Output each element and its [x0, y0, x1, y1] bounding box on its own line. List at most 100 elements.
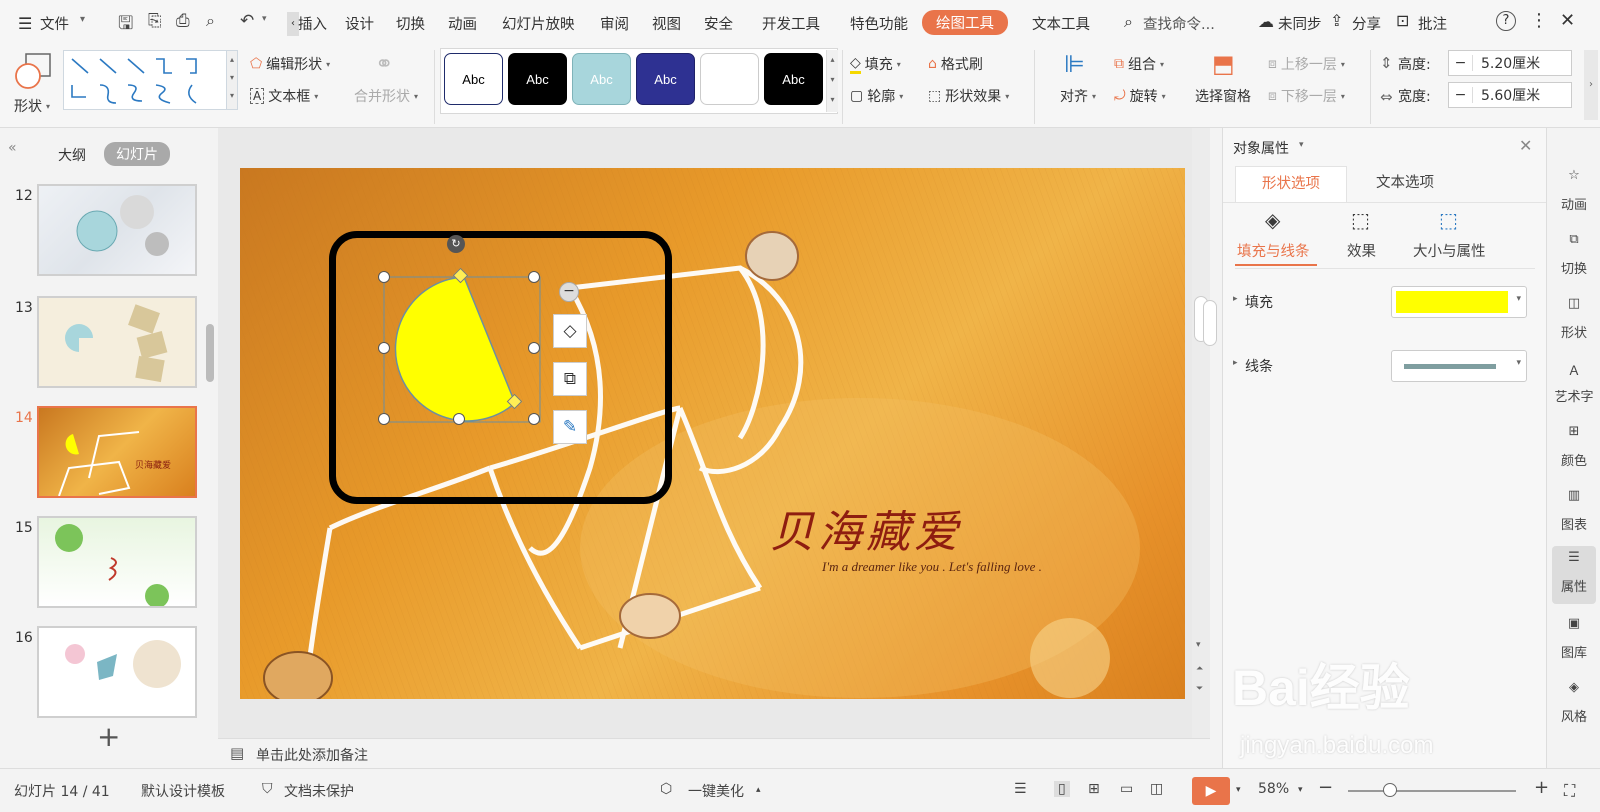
resize-handle[interactable]	[528, 413, 540, 425]
add-slide-button[interactable]: +	[97, 720, 120, 753]
merge-shape-button[interactable]: 合并形状 ▾	[354, 86, 418, 106]
shape-gallery[interactable]	[63, 50, 238, 110]
subtab-fill-line[interactable]: 填充与线条	[1237, 240, 1310, 261]
rotate-handle-icon[interactable]: ↻	[447, 235, 465, 253]
slide-sorter-icon[interactable]: ⊞	[1088, 781, 1100, 797]
width-decrement[interactable]: −	[1449, 87, 1473, 103]
resize-handle[interactable]	[378, 413, 390, 425]
notes-placeholder[interactable]: 单击此处添加备注	[256, 745, 368, 765]
chevron-down-icon[interactable]: ▾	[80, 14, 85, 25]
shape-button[interactable]: 形状 ▾	[14, 96, 50, 116]
menu-view[interactable]: 视图	[652, 13, 681, 34]
sidebar-item-wordart[interactable]: Ａ 艺术字	[1547, 360, 1600, 405]
scroll-down-icon[interactable]: ▾	[1196, 640, 1201, 650]
menu-slideshow[interactable]: 幻灯片放映	[502, 13, 575, 34]
ribbon-scroll-right[interactable]: ›	[1584, 50, 1598, 120]
sidebar-item-gallery[interactable]: ▣ 图库	[1547, 616, 1600, 661]
thumbnail-scrollbar[interactable]	[206, 324, 214, 382]
sidebar-item-transition[interactable]: ⧉ 切换	[1547, 232, 1600, 277]
slide-thumbnail-13[interactable]	[37, 296, 197, 388]
search-icon[interactable]: ⌕	[1124, 12, 1133, 32]
sync-status[interactable]: 未同步	[1278, 13, 1322, 34]
reading-view-icon[interactable]: ▭	[1120, 781, 1133, 797]
resize-handle[interactable]	[453, 413, 465, 425]
slide-thumbnail-16[interactable]	[37, 626, 197, 718]
close-icon[interactable]: ✕	[1560, 10, 1575, 31]
subtab-size-properties[interactable]: 大小与属性	[1413, 240, 1486, 261]
save-icon[interactable]: 🖫	[118, 11, 133, 41]
collapse-toolbar-icon[interactable]: −	[559, 282, 579, 302]
share-icon[interactable]: ⇪	[1330, 11, 1343, 30]
sidebar-item-shape[interactable]: ◫ 形状	[1547, 296, 1600, 341]
menu-drawing-tools[interactable]: 绘图工具	[922, 10, 1008, 35]
design-template[interactable]: 默认设计模板	[141, 781, 225, 801]
style-gallery-scroll[interactable]: ▴ ▾ ▾	[826, 50, 838, 112]
align-button[interactable]: 对齐 ▾	[1060, 86, 1096, 106]
zoom-level[interactable]: 58%	[1258, 781, 1289, 797]
print-icon[interactable]: ⎙	[176, 11, 190, 31]
presenter-view-icon[interactable]: ◫	[1150, 781, 1163, 797]
comment-button[interactable]: 批注	[1418, 13, 1447, 34]
menu-file[interactable]: 文件	[40, 13, 69, 34]
group-button[interactable]: ⧉ 组合 ▾	[1114, 54, 1164, 74]
menu-security[interactable]: 安全	[704, 13, 733, 34]
zoom-slider-track[interactable]	[1348, 790, 1516, 792]
fill-color-picker[interactable]: ▾	[1391, 286, 1527, 318]
line-color-picker[interactable]: ▾	[1391, 350, 1527, 382]
menu-review[interactable]: 审阅	[600, 13, 629, 34]
zoom-in-icon[interactable]: +	[1534, 777, 1549, 798]
quick-pen-icon[interactable]: ✎	[553, 410, 587, 444]
chevron-down-icon[interactable]: ▾	[1299, 140, 1304, 150]
subtab-effect[interactable]: 效果	[1347, 240, 1376, 261]
resize-handle[interactable]	[528, 271, 540, 283]
textbox-button[interactable]: A 文本框 ▾	[250, 86, 318, 106]
chevron-down-icon[interactable]: ▾	[1298, 785, 1303, 795]
width-field[interactable]: − 5.60厘米	[1448, 82, 1572, 108]
rotate-button[interactable]: ⤾ 旋转 ▾	[1114, 86, 1166, 106]
chevron-up-icon[interactable]: ▴	[756, 785, 761, 795]
normal-view-icon[interactable]: ▯	[1054, 781, 1070, 797]
tab-outline[interactable]: 大纲	[58, 145, 86, 165]
menu-special[interactable]: 特色功能	[850, 13, 908, 34]
quick-outline-icon[interactable]: ⧉	[553, 362, 587, 396]
menu-design[interactable]: 设计	[345, 13, 374, 34]
menu-icon[interactable]: ☰	[18, 14, 32, 33]
format-painter-button[interactable]: ⌂ 格式刷	[928, 54, 983, 74]
width-value[interactable]: 5.60厘米	[1473, 85, 1540, 105]
slide-thumbnail-12[interactable]	[37, 184, 197, 276]
slide-title[interactable]: 贝海藏爱	[770, 496, 962, 560]
send-backward-button[interactable]: ⧈ 下移一层 ▾	[1268, 86, 1345, 106]
sidebar-item-properties[interactable]: ☰ 属性	[1552, 546, 1596, 604]
line-section-label[interactable]: 线条	[1245, 356, 1273, 376]
resize-handle[interactable]	[528, 342, 540, 354]
tab-text-options[interactable]: 文本选项	[1349, 166, 1461, 202]
style-preset-5[interactable]	[700, 53, 759, 105]
menu-insert[interactable]: 插入	[298, 13, 327, 34]
height-field[interactable]: − 5.20厘米	[1448, 50, 1572, 76]
play-icon[interactable]: ▶	[1192, 777, 1230, 805]
expand-line-icon[interactable]: ▸	[1233, 358, 1238, 368]
selected-shape[interactable]	[378, 239, 578, 429]
slide-subtitle[interactable]: I'm a dreamer like you . Let's falling l…	[822, 559, 1042, 575]
beautify-button[interactable]: 一键美化	[688, 781, 744, 801]
style-preset-4[interactable]: Abc	[636, 53, 695, 105]
share-button[interactable]: 分享	[1352, 13, 1381, 34]
tab-slides[interactable]: 幻灯片	[104, 142, 170, 166]
close-panel-icon[interactable]: ✕	[1519, 136, 1532, 155]
sidebar-item-color[interactable]: ⊞ 颜色	[1547, 424, 1600, 469]
menu-transition[interactable]: 切换	[396, 13, 425, 34]
height-value[interactable]: 5.20厘米	[1473, 53, 1540, 73]
selection-pane-button[interactable]: 选择窗格	[1195, 86, 1251, 106]
zoom-slider-thumb[interactable]	[1383, 783, 1397, 797]
panel-scroll-thumb[interactable]	[1203, 300, 1217, 346]
fill-button[interactable]: ◇ 填充 ▾	[850, 54, 901, 74]
resize-handle[interactable]	[378, 271, 390, 283]
notes-bar[interactable]: ▤ 单击此处添加备注	[218, 738, 1210, 768]
zoom-out-icon[interactable]: −	[1318, 777, 1333, 798]
search-command[interactable]: 查找命令...	[1143, 13, 1215, 34]
shape-icon[interactable]	[14, 52, 54, 92]
print-preview-icon[interactable]: ⌕	[206, 11, 215, 31]
sidebar-item-animation[interactable]: ☆ 动画	[1547, 168, 1600, 213]
tab-shape-options[interactable]: 形状选项	[1235, 166, 1347, 202]
resize-handle[interactable]	[378, 342, 390, 354]
